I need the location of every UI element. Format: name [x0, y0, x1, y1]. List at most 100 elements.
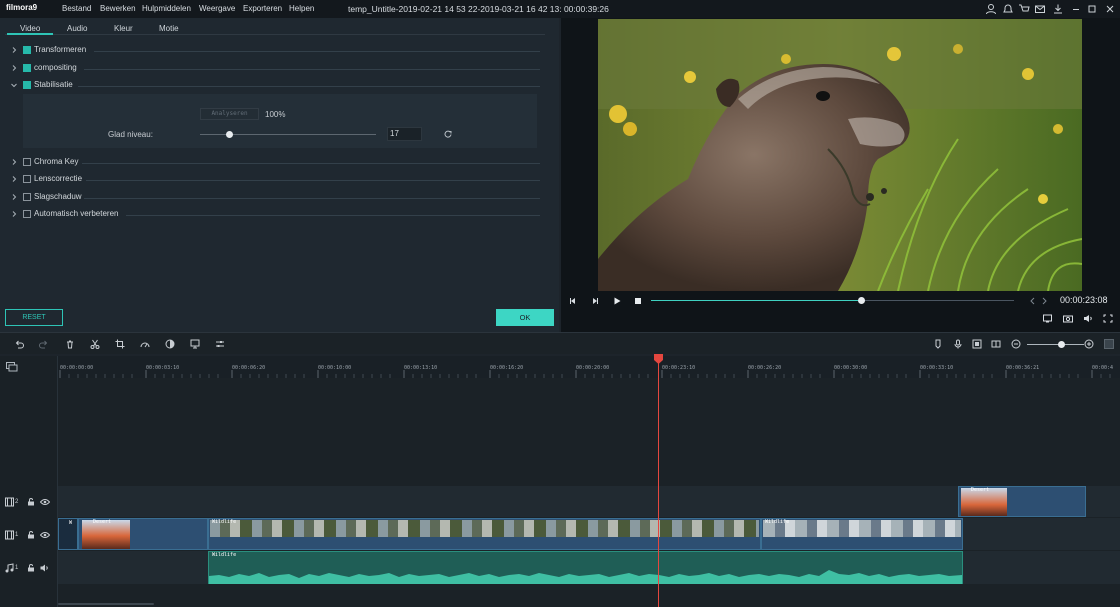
lock-icon[interactable]	[27, 531, 35, 539]
split-screen-icon[interactable]	[991, 339, 1001, 349]
step-back-icon[interactable]	[568, 296, 578, 306]
lock-icon[interactable]	[27, 564, 35, 572]
mark-in-icon[interactable]	[1028, 296, 1038, 306]
eye-icon[interactable]	[40, 531, 50, 539]
zoom-slider[interactable]	[1027, 344, 1084, 345]
glad-niveau-input[interactable]: 17	[387, 127, 422, 141]
delete-icon[interactable]	[65, 339, 75, 349]
zoom-slider-handle[interactable]	[1058, 341, 1065, 348]
menu-weergave[interactable]: Weergave	[199, 4, 235, 13]
section-transformeren[interactable]: Transformeren	[10, 44, 540, 58]
menu-helpen[interactable]: Helpen	[289, 4, 314, 13]
tab-motie[interactable]: Motie	[159, 24, 179, 33]
checkbox-lenscorrectie[interactable]	[23, 175, 31, 183]
w-clip[interactable]: W	[58, 518, 78, 550]
voiceover-icon[interactable]	[953, 339, 963, 349]
chevron-right-icon[interactable]	[10, 210, 18, 218]
section-compositing[interactable]: compositing	[10, 62, 540, 76]
download-icon[interactable]	[1052, 3, 1064, 15]
divider	[94, 51, 540, 52]
marker-icon[interactable]	[933, 339, 943, 349]
wildlife-audio-clip[interactable]: Wildlife	[208, 551, 963, 584]
chevron-right-icon[interactable]	[10, 175, 18, 183]
maximize-icon[interactable]	[1086, 3, 1098, 15]
redo-icon[interactable]	[39, 339, 49, 349]
checkbox-slagschaduw[interactable]	[23, 193, 31, 201]
glad-niveau-label: Glad niveau:	[108, 130, 153, 139]
minimize-icon[interactable]	[1070, 3, 1082, 15]
lock-icon[interactable]	[27, 498, 35, 506]
section-automatisch-verbeteren[interactable]: Automatisch verbeteren	[10, 208, 540, 222]
menu-hulpmiddelen[interactable]: Hulpmiddelen	[142, 4, 191, 13]
checkbox-transformeren[interactable]	[23, 46, 31, 54]
chevron-right-icon[interactable]	[10, 193, 18, 201]
menu-bestand[interactable]: Bestand	[62, 4, 91, 13]
speaker-icon[interactable]	[40, 564, 50, 572]
menu-bewerken[interactable]: Bewerken	[100, 4, 136, 13]
ok-button[interactable]: OK	[496, 309, 554, 326]
step-forward-icon[interactable]	[590, 296, 600, 306]
snapshot-icon[interactable]	[1063, 314, 1073, 323]
stabilisatie-settings	[23, 94, 537, 148]
mark-out-icon[interactable]	[1039, 296, 1049, 306]
add-track-icon[interactable]	[6, 362, 18, 372]
playback-scrubber[interactable]	[858, 297, 866, 304]
eye-icon[interactable]	[40, 498, 50, 506]
section-slagschaduw[interactable]: Slagschaduw	[10, 191, 540, 205]
play-icon[interactable]	[612, 296, 622, 306]
color-icon[interactable]	[165, 339, 175, 349]
zoom-fit-icon[interactable]	[1104, 339, 1114, 349]
section-stabilisatie[interactable]: Stabilisatie	[10, 79, 540, 93]
tab-video[interactable]: Video	[20, 24, 40, 33]
fullscreen-icon[interactable]	[1103, 314, 1113, 323]
reset-button[interactable]: RESET	[5, 309, 63, 326]
audio-mixer-icon[interactable]	[215, 339, 225, 349]
playhead-handle[interactable]	[654, 354, 663, 364]
zoom-in-icon[interactable]	[1084, 339, 1094, 349]
playhead-line[interactable]	[658, 356, 659, 607]
desert-clip-track2[interactable]: Desert	[958, 486, 1086, 517]
crop-icon[interactable]	[115, 339, 125, 349]
undo-icon[interactable]	[14, 339, 24, 349]
checkbox-automatisch-verbeteren[interactable]	[23, 210, 31, 218]
timeline-scrollbar[interactable]	[58, 603, 154, 605]
section-chroma-key[interactable]: Chroma Key	[10, 156, 540, 170]
chevron-right-icon[interactable]	[10, 158, 18, 166]
divider	[126, 215, 540, 216]
checkbox-compositing[interactable]	[23, 64, 31, 72]
ruler-label: 00:00:30:00	[834, 365, 868, 371]
clip-name: Desert	[93, 519, 112, 525]
mail-icon[interactable]	[1034, 3, 1046, 15]
reset-icon[interactable]	[444, 130, 452, 138]
render-preview-icon[interactable]	[972, 339, 982, 349]
wildlife-clip-2[interactable]: Wildlife	[761, 518, 963, 550]
checkbox-stabilisatie[interactable]	[23, 81, 31, 89]
zoom-out-icon[interactable]	[1011, 339, 1021, 349]
cart-icon[interactable]	[1018, 3, 1030, 15]
account-icon[interactable]	[985, 3, 997, 15]
speed-icon[interactable]	[140, 339, 150, 349]
desert-clip-track1[interactable]: Desert	[78, 518, 208, 550]
ruler-label: 00:00:06:20	[232, 365, 266, 371]
divider	[84, 198, 540, 199]
wildlife-clip-1[interactable]: Wildlife	[208, 518, 761, 550]
chevron-down-icon[interactable]	[10, 81, 18, 89]
menu-exporteren[interactable]: Exporteren	[243, 4, 282, 13]
cut-icon[interactable]	[90, 339, 100, 349]
display-settings-icon[interactable]	[1043, 314, 1053, 323]
notification-icon[interactable]	[1002, 3, 1014, 15]
section-label: Transformeren	[34, 45, 87, 54]
stop-icon[interactable]	[633, 296, 643, 306]
checkbox-chroma-key[interactable]	[23, 158, 31, 166]
chevron-right-icon[interactable]	[10, 64, 18, 72]
chevron-right-icon[interactable]	[10, 46, 18, 54]
section-lenscorrectie[interactable]: Lenscorrectie	[10, 173, 540, 187]
volume-icon[interactable]	[1083, 314, 1093, 323]
green-screen-icon[interactable]	[190, 339, 200, 349]
analyse-button[interactable]: Analyseren	[200, 108, 259, 120]
tab-kleur[interactable]: Kleur	[114, 24, 133, 33]
clip-name: Wildlife	[765, 519, 790, 525]
clip-name: Wildlife	[212, 552, 237, 558]
close-icon[interactable]	[1104, 3, 1116, 15]
tab-audio[interactable]: Audio	[67, 24, 87, 33]
